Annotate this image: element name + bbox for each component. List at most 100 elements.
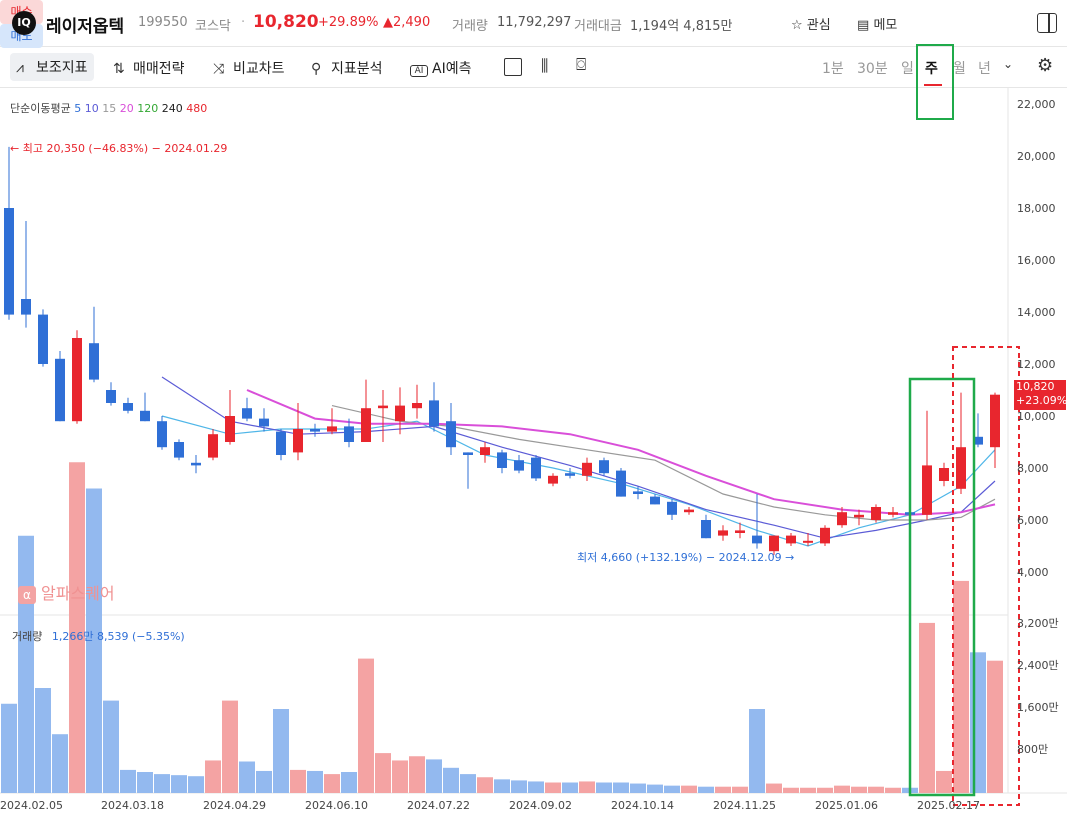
volume-bar (545, 782, 561, 793)
square-draw-icon[interactable] (504, 58, 522, 76)
volume-bar (732, 786, 748, 793)
period-month[interactable]: 월 (953, 58, 966, 78)
memo-button[interactable]: ▤ 메모 (857, 14, 897, 33)
candle-body (497, 452, 507, 468)
price-chart[interactable] (0, 88, 1067, 816)
candlestick-series (4, 146, 1000, 555)
volume-bar (681, 785, 697, 793)
y-tick-label: 8,000 (1017, 462, 1049, 475)
volume-bar (392, 760, 408, 793)
volume-bar (630, 783, 646, 793)
candle-body (956, 447, 966, 489)
candle-body (939, 468, 949, 481)
volume-bar (834, 785, 850, 793)
volume-legend-title: 거래량 (12, 630, 43, 643)
candle-body (4, 208, 14, 315)
volume-tick-label: 2,400만 (1017, 659, 1059, 672)
amount-value: 1,194억 4,815만 (630, 19, 733, 34)
candle-body (242, 408, 252, 419)
volume-bar (511, 780, 527, 793)
strategy-label: 매매전략 (133, 61, 185, 77)
stock-market: 코스닥 (195, 19, 231, 34)
volume-bar (52, 734, 68, 793)
candle-body (259, 418, 269, 427)
candle-body (225, 416, 235, 442)
y-tick-label: 20,000 (1017, 150, 1056, 163)
watch-label: 관심 (806, 18, 831, 33)
candle-body (174, 442, 184, 458)
ma-15: 15 (102, 102, 117, 115)
candle-body (72, 338, 82, 422)
volume-bar (103, 700, 119, 793)
volume-bar (936, 770, 952, 793)
star-icon: ☆ (791, 18, 803, 33)
candle-body (21, 299, 31, 315)
moving-average-lines (161, 376, 996, 547)
current-price: 10,820 (253, 12, 319, 32)
compare-label: 비교차트 (233, 61, 285, 77)
volume-bar (409, 756, 425, 793)
candle-body (191, 462, 201, 466)
volume-bar (698, 786, 714, 793)
company-logo: IQ (12, 11, 36, 35)
panel-toggle-icon[interactable] (1037, 13, 1057, 33)
candle-type-icon[interactable]: ⫼ (541, 56, 548, 76)
volume-bar (987, 660, 1003, 793)
y-tick-label: 12,000 (1017, 358, 1056, 371)
volume-bar (664, 785, 680, 793)
period-day[interactable]: 일 (901, 58, 914, 78)
volume-bar (477, 777, 493, 793)
alpha-logo-icon: α (18, 585, 36, 604)
compare-button[interactable]: ⤨ 비교차트 (213, 58, 285, 78)
ma-240: 240 (161, 102, 183, 115)
arrows-updown-icon: ⇅ (113, 61, 125, 77)
camera-icon[interactable]: ⌼ (576, 55, 586, 75)
candle-body (38, 314, 48, 364)
stock-name: 레이저옵텍 (46, 17, 125, 37)
period-year[interactable]: 년 (978, 58, 991, 78)
candle-body (89, 343, 99, 380)
volume-tick-label: 800만 (1017, 743, 1049, 756)
volume-bar (358, 658, 374, 793)
price-tag-price: 10,820 (1016, 380, 1055, 393)
candle-body (616, 470, 626, 497)
volume-bar (1, 703, 17, 793)
watermark: α 알파스퀘어 (18, 580, 115, 604)
change-amount: ▲2,490 (383, 15, 431, 30)
candle-body (854, 514, 864, 518)
y-tick-label: 18,000 (1017, 202, 1056, 215)
ai-predict-button[interactable]: AI AI예측 (410, 58, 471, 78)
volume-bar (256, 770, 272, 793)
candle-body (718, 530, 728, 536)
volume-bar (579, 781, 595, 793)
strategy-button[interactable]: ⇅ 매매전략 (113, 58, 185, 78)
x-tick-label: 2024.03.18 (101, 799, 164, 812)
volume-bar (562, 782, 578, 793)
candle-body (208, 434, 218, 458)
analysis-button[interactable]: ⚲ 지표분석 (311, 58, 383, 78)
chevron-down-icon[interactable]: ⌄ (1003, 57, 1013, 71)
candle-body (480, 447, 490, 455)
separator-dot: · (241, 15, 246, 30)
gear-icon[interactable]: ⚙ (1037, 55, 1053, 76)
high-annotation: ← 최고 20,350 (−46.83%) − 2024.01.29 (10, 142, 228, 155)
period-1min[interactable]: 1분 (822, 58, 844, 78)
indicator-button[interactable]: ⩘ 보조지표 (10, 53, 94, 81)
candle-body (514, 460, 524, 471)
x-tick-label: 2024.09.02 (509, 799, 572, 812)
candle-body (871, 507, 881, 520)
watch-button[interactable]: ☆ 관심 (791, 14, 831, 33)
candle-body (599, 460, 609, 474)
period-30min[interactable]: 30분 (857, 58, 888, 78)
stock-code: 199550 (138, 15, 188, 30)
volume-legend-value: 1,266만 8,539 (−5.35%) (51, 630, 185, 643)
indicator-label: 보조지표 (36, 60, 88, 76)
volume-label: 거래량 (452, 19, 488, 34)
change-percent: +29.89% (318, 15, 379, 30)
ma-5: 5 (74, 102, 82, 115)
volume-bar (749, 709, 765, 793)
x-tick-label: 2024.04.29 (203, 799, 266, 812)
candle-body (667, 501, 677, 515)
volume-bar (766, 783, 782, 793)
volume-bar (324, 774, 340, 793)
